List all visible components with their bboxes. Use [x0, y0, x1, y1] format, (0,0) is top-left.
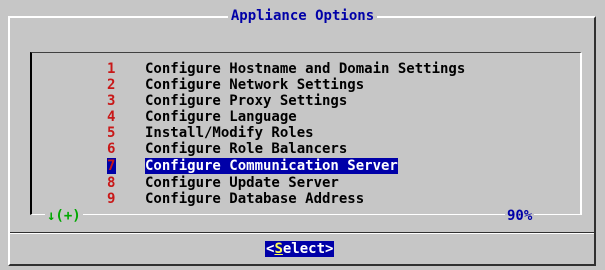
select-button-label: elect — [282, 241, 326, 257]
menu-item-update-server[interactable]: 8 Configure Update Server — [0, 175, 600, 191]
menu-item-label: Configure Hostname and Domain Settings — [145, 61, 466, 77]
menu-item-number: 5 — [107, 125, 116, 141]
menu-item-label: Configure Language — [145, 109, 297, 125]
terminal-screen: Appliance Options 1 Configure Hostname a… — [0, 0, 605, 270]
menu-item-label: Configure Update Server — [145, 175, 339, 191]
menu-item-number: 9 — [107, 191, 116, 207]
menu-item-number: 2 — [107, 77, 116, 93]
menu-item-language[interactable]: 4 Configure Language — [0, 109, 600, 125]
menu-item-number: 7 — [107, 158, 116, 174]
menu-item-number: 3 — [107, 93, 116, 109]
menu-item-install-modify-roles[interactable]: 5 Install/Modify Roles — [0, 125, 600, 141]
scroll-down-indicator[interactable]: ↓(+) — [45, 208, 83, 224]
menu-item-number: 4 — [107, 109, 116, 125]
menu-item-number: 6 — [107, 141, 116, 157]
menu-item-network-settings[interactable]: 2 Configure Network Settings — [0, 77, 600, 93]
menu-item-hostname-domain[interactable]: 1 Configure Hostname and Domain Settings — [0, 61, 600, 77]
menu-item-communication-server[interactable]: 7 Configure Communication Server — [0, 158, 600, 174]
dialog-title-text: Appliance Options — [227, 8, 378, 24]
menu-item-label: Configure Proxy Settings — [145, 93, 348, 109]
menu-item-label: Configure Communication Server — [145, 158, 398, 174]
menu-item-label: Configure Network Settings — [145, 77, 365, 93]
menu-item-role-balancers[interactable]: 6 Configure Role Balancers — [0, 141, 600, 157]
menu-item-proxy-settings[interactable]: 3 Configure Proxy Settings — [0, 93, 600, 109]
menu-item-number: 8 — [107, 175, 116, 191]
select-button-hotkey: S — [274, 241, 283, 257]
scroll-percent: 90% — [505, 208, 535, 224]
menu-item-label: Configure Database Address — [145, 191, 365, 207]
select-button[interactable]: <Select> — [265, 241, 335, 257]
menu-item-label: Install/Modify Roles — [145, 125, 314, 141]
menu-item-number: 1 — [107, 61, 116, 77]
button-separator-highlight — [10, 233, 594, 234]
menu-item-database-address[interactable]: 9 Configure Database Address — [0, 191, 600, 207]
menu-item-label: Configure Role Balancers — [145, 141, 348, 157]
select-button-close: > — [325, 241, 334, 257]
dialog-title: Appliance Options — [0, 8, 605, 24]
